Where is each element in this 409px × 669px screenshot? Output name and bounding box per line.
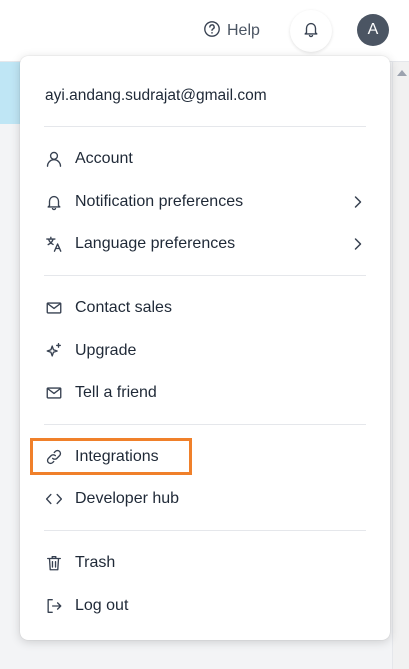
top-bar: Help A [0,0,409,62]
menu-item-label: Contact sales [75,299,172,316]
trash-icon [44,553,64,573]
mail-icon [44,298,64,318]
menu-item-label: Trash [75,554,116,571]
menu-item-account[interactable]: Account [44,144,366,174]
avatar[interactable]: A [357,14,389,46]
menu-item-developer-hub[interactable]: Developer hub [44,484,366,514]
menu-item-label: Upgrade [75,342,137,359]
logout-icon [44,596,64,616]
menu-item-integrations[interactable]: Integrations [44,442,366,472]
menu-item-contact-sales[interactable]: Contact sales [44,293,366,323]
menu-item-language-preferences[interactable]: Language preferences [44,229,366,259]
bell-icon [302,20,320,43]
menu-item-tell-a-friend[interactable]: Tell a friend [44,378,366,408]
divider [44,275,366,276]
bell-icon [44,192,64,212]
scrollbar[interactable] [392,62,409,669]
sparkle-icon [44,341,64,361]
user-icon [44,149,64,169]
menu-item-label: Tell a friend [75,384,157,401]
link-icon [44,447,64,467]
code-icon [44,489,64,509]
menu-item-upgrade[interactable]: Upgrade [44,336,366,366]
menu-item-log-out[interactable]: Log out [44,591,366,621]
translate-icon [44,234,64,254]
help-label: Help [227,22,260,39]
chevron-right-icon [354,238,362,250]
menu-item-label: Language preferences [75,235,236,252]
divider [44,424,366,425]
menu-item-label: Notification preferences [75,193,244,210]
chevron-right-icon [354,196,362,208]
background-banner [0,62,20,124]
divider [44,126,366,127]
help-button[interactable]: Help [203,20,260,42]
mail-icon [44,383,64,403]
notifications-button[interactable] [290,10,332,52]
menu-item-label: Integrations [75,448,159,465]
menu-item-label: Log out [75,597,129,614]
menu-item-label: Developer hub [75,490,180,507]
help-icon [203,20,221,43]
scroll-up-arrow-icon[interactable] [397,70,407,76]
account-menu: ayi.andang.sudrajat@gmail.com Account No… [20,56,390,640]
divider [44,530,366,531]
menu-item-trash[interactable]: Trash [44,548,366,578]
user-email: ayi.andang.sudrajat@gmail.com [45,87,267,104]
menu-item-notification-preferences[interactable]: Notification preferences [44,187,366,217]
menu-item-label: Account [75,150,133,167]
